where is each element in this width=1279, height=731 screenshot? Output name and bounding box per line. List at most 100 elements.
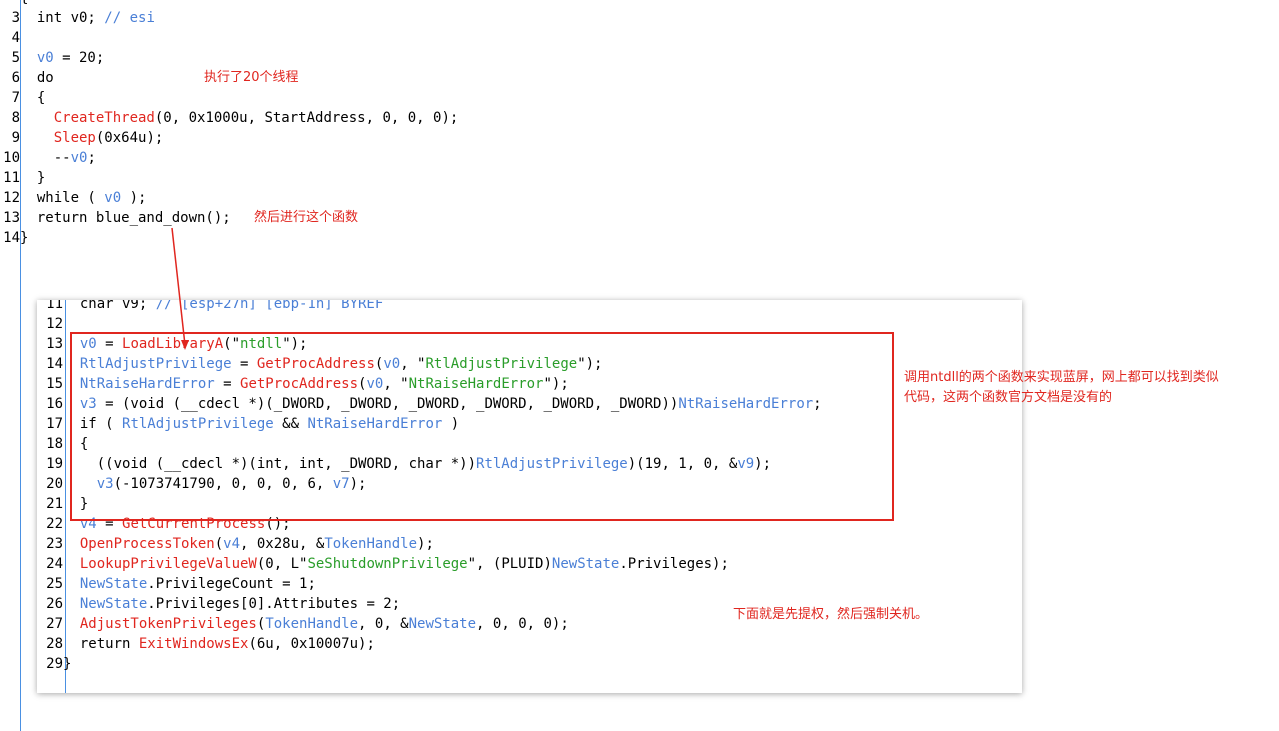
- code-line[interactable]: 27 AdjustTokenPrivileges(TokenHandle, 0,…: [37, 614, 822, 634]
- code-line[interactable]: 23 OpenProcessToken(v4, 0x28u, &TokenHan…: [37, 534, 822, 554]
- code-text: }: [20, 230, 28, 246]
- line-number: 18: [46, 436, 63, 452]
- code-token: LookupPrivilegeValueW: [79, 556, 257, 572]
- line-number: 8: [11, 110, 20, 126]
- code-text: int v0; // esi: [20, 10, 155, 26]
- code-line[interactable]: 5 v0 = 20;: [0, 48, 458, 68]
- code-token: CreateThread: [53, 110, 155, 126]
- code-line[interactable]: 28 return ExitWindowsEx(6u, 0x10007u);: [37, 634, 822, 654]
- code-line[interactable]: 13 return blue_and_down();: [0, 208, 458, 228]
- line-number: 20: [46, 476, 63, 492]
- code-token: return: [63, 636, 139, 652]
- code-token: );: [121, 190, 147, 206]
- code-line[interactable]: 10 --v0;: [0, 148, 458, 168]
- code-text: Sleep(0x64u);: [20, 130, 164, 146]
- code-line[interactable]: 8 CreateThread(0, 0x1000u, StartAddress,…: [0, 108, 459, 128]
- code-token: int v0;: [20, 10, 105, 26]
- code-text: return blue_and_down();: [20, 210, 231, 226]
- line-number: 19: [46, 456, 63, 472]
- code-text: {: [20, 90, 45, 106]
- code-line[interactable]: 7 {: [0, 88, 458, 108]
- line-number: 12: [3, 190, 20, 206]
- code-token: ", (PLUID): [467, 556, 552, 572]
- line-number: 29: [46, 656, 63, 672]
- code-token: (0x64u);: [95, 130, 164, 146]
- line-number: 13: [46, 336, 63, 352]
- note-ntdll-line1: 调用ntdll的两个函数来实现蓝屏，网上都可以找到类似: [904, 370, 1219, 385]
- code-line[interactable]: 12 while ( v0 );: [0, 188, 458, 208]
- code-token: do: [20, 70, 54, 86]
- code-text: NewState.Privileges[0].Attributes = 2;: [63, 596, 400, 612]
- code-line[interactable]: 11 char v9; // [esp+27h] [ebp-1h] BYREF: [37, 300, 822, 314]
- code-token: .Privileges);: [619, 556, 729, 572]
- line-number: 14: [46, 356, 63, 372]
- code-text: }: [20, 170, 45, 186]
- code-token: char v9;: [63, 300, 156, 312]
- code-text: return ExitWindowsEx(6u, 0x10007u);: [63, 636, 375, 652]
- code-token: );: [417, 536, 434, 552]
- code-line[interactable]: 26 NewState.Privileges[0].Attributes = 2…: [37, 594, 822, 614]
- code-line[interactable]: 24 LookupPrivilegeValueW(0, L"SeShutdown…: [37, 554, 822, 574]
- code-text: do: [20, 70, 54, 86]
- pseudocode-view-top[interactable]: {3 int v0; // esi45 v0 = 20;6 do7 {8 Cre…: [0, 0, 458, 248]
- code-text: OpenProcessToken(v4, 0x28u, &TokenHandle…: [63, 536, 434, 552]
- code-token: v4: [223, 536, 241, 552]
- line-number: 22: [46, 516, 63, 532]
- code-token: OpenProcessToken: [79, 536, 215, 552]
- line-number: 28: [46, 636, 63, 652]
- code-token: TokenHandle: [324, 536, 418, 552]
- code-token: // [esp+27h] [ebp-1h] BYREF: [155, 300, 384, 312]
- note-then-call: 然后进行这个函数: [254, 210, 359, 225]
- code-text: char v9; // [esp+27h] [ebp-1h] BYREF: [63, 300, 383, 312]
- line-number: 5: [11, 50, 20, 66]
- code-token: (6u, 0x10007u);: [248, 636, 375, 652]
- code-token: NewState: [79, 596, 148, 612]
- code-text: AdjustTokenPrivileges(TokenHandle, 0, &N…: [63, 616, 569, 632]
- code-token: (0, 0x1000u, StartAddress, 0, 0, 0);: [154, 110, 459, 126]
- code-token: NewState: [79, 576, 148, 592]
- code-text: NewState.PrivilegeCount = 1;: [63, 576, 316, 592]
- line-number: 25: [46, 576, 63, 592]
- code-token: }: [20, 170, 46, 186]
- code-line[interactable]: 3 int v0; // esi: [0, 8, 458, 28]
- code-token: v0: [70, 150, 88, 166]
- line-number: 7: [11, 90, 20, 106]
- code-line[interactable]: 14}: [0, 228, 458, 248]
- code-token: }: [20, 230, 29, 246]
- code-line[interactable]: 4: [0, 28, 458, 48]
- code-token: while (: [20, 190, 105, 206]
- line-number: 10: [3, 150, 20, 166]
- code-line[interactable]: 25 NewState.PrivilegeCount = 1;: [37, 574, 822, 594]
- highlight-box-ntdll: [70, 332, 894, 521]
- code-token: v0: [104, 190, 122, 206]
- code-line[interactable]: 12: [37, 314, 822, 334]
- line-number: 26: [46, 596, 63, 612]
- code-line[interactable]: 11 }: [0, 168, 458, 188]
- code-text: while ( v0 );: [20, 190, 147, 206]
- line-number: 9: [11, 130, 20, 146]
- line-number: 4: [11, 30, 20, 46]
- code-token: {: [20, 0, 28, 6]
- note-ntdll-line2: 代码，这两个函数官方文档是没有的: [904, 390, 1113, 405]
- code-text: CreateThread(0, 0x1000u, StartAddress, 0…: [20, 110, 459, 126]
- code-token: , 0, &: [358, 616, 409, 632]
- line-number: 6: [11, 70, 20, 86]
- code-text: --v0;: [20, 150, 96, 166]
- code-token: v0: [36, 50, 54, 66]
- code-text: v0 = 20;: [20, 50, 104, 66]
- code-line[interactable]: 9 Sleep(0x64u);: [0, 128, 458, 148]
- code-token: (0, L": [256, 556, 308, 572]
- code-token: NewState: [551, 556, 620, 572]
- code-text: {: [20, 0, 28, 6]
- code-line[interactable]: {: [0, 0, 458, 8]
- line-number: 21: [46, 496, 63, 512]
- line-number: 3: [11, 10, 20, 26]
- code-token: // esi: [104, 10, 155, 26]
- code-line[interactable]: 29}: [37, 654, 822, 674]
- code-token: = 20;: [53, 50, 105, 66]
- line-number: 11: [46, 300, 63, 312]
- line-number: 14: [3, 230, 20, 246]
